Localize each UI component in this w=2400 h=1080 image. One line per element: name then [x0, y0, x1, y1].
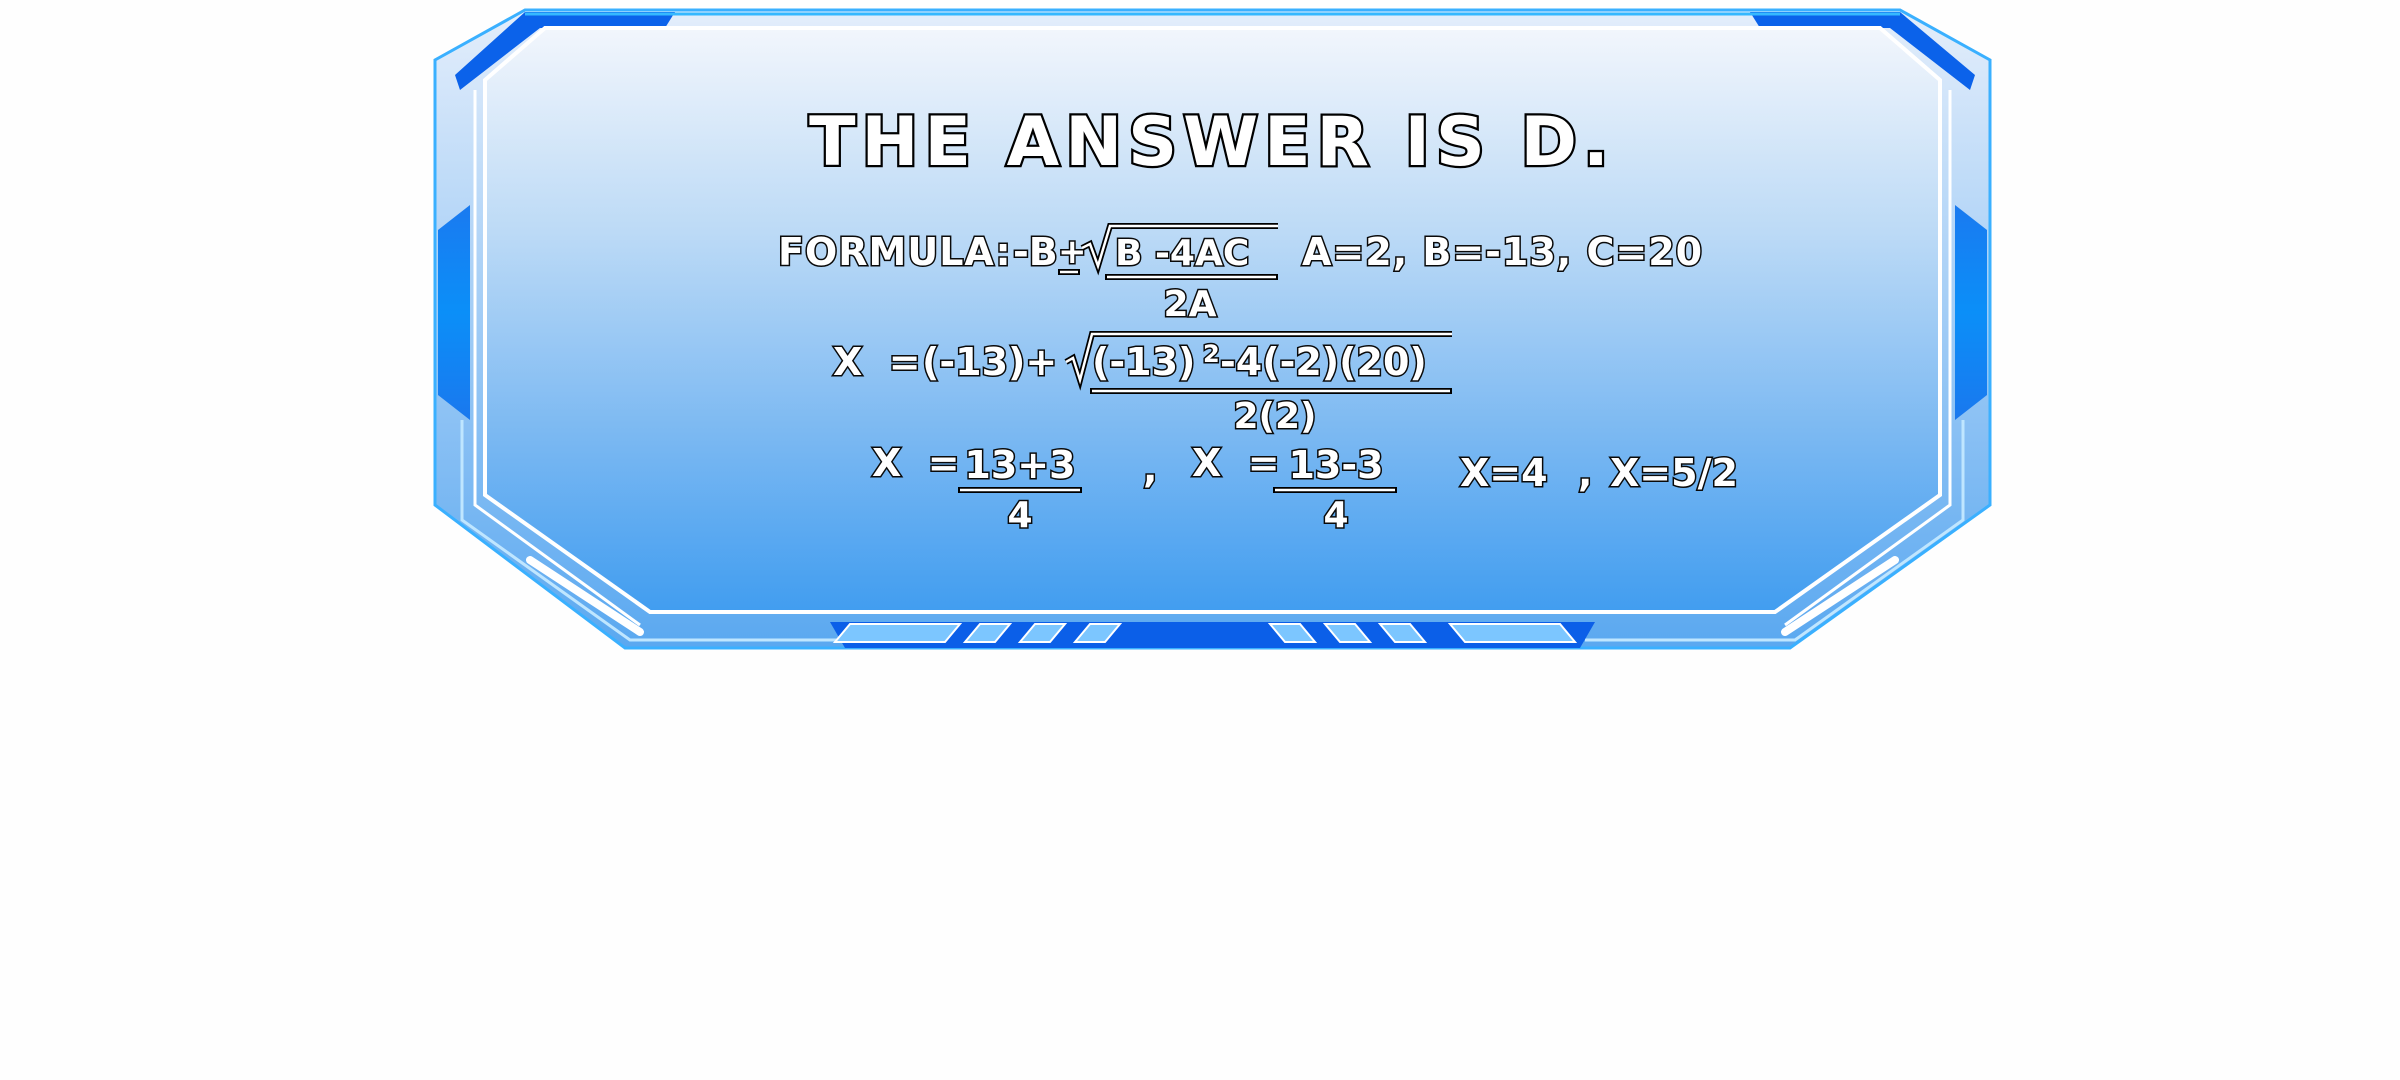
result-2: X=5/2	[1610, 451, 1738, 495]
answer-panel: THE ANSWER IS D. FORMULA: -B + B -4AC 2A…	[433, 8, 1992, 650]
formula-denominator: 2A	[1164, 284, 1217, 325]
formula-numerator-prefix: -B	[1013, 230, 1058, 274]
solution-1-lhs: X =	[872, 441, 960, 485]
formula-label: FORMULA:	[778, 230, 1012, 274]
frame-right-block	[1955, 205, 1987, 420]
solution-2-denominator: 4	[1323, 495, 1348, 536]
frame-left-block	[438, 205, 470, 420]
frame-bottom-slot-right	[1447, 623, 1578, 643]
solution-1-numerator: 13+3	[964, 443, 1075, 487]
result-separator: ,	[1578, 451, 1592, 495]
solution-2-numerator: 13-3	[1288, 443, 1383, 487]
substitution-prefix: (-13)+	[922, 340, 1057, 384]
answer-title: THE ANSWER IS D.	[809, 103, 1615, 182]
substitution-radicand-end: -4(-2)(20)	[1220, 340, 1427, 384]
substitution-denominator: 2(2)	[1233, 396, 1316, 437]
substitution-radicand-start: (-13)	[1092, 340, 1195, 384]
solution-2-lhs: X =	[1192, 441, 1280, 485]
solution-separator: ,	[1143, 447, 1157, 491]
formula-plus-minus: +	[1058, 232, 1087, 272]
stage: THE ANSWER IS D. FORMULA: -B + B -4AC 2A…	[0, 0, 2400, 1080]
result-1: X=4	[1460, 451, 1548, 495]
formula-values: A=2, B=-13, C=20	[1302, 230, 1703, 274]
formula-radicand: B -4AC	[1115, 233, 1249, 274]
solution-1-denominator: 4	[1007, 495, 1032, 536]
substitution-lhs: X =	[833, 340, 921, 384]
frame-bottom-slot-left	[832, 623, 963, 643]
substitution-exponent: 2	[1203, 340, 1220, 368]
